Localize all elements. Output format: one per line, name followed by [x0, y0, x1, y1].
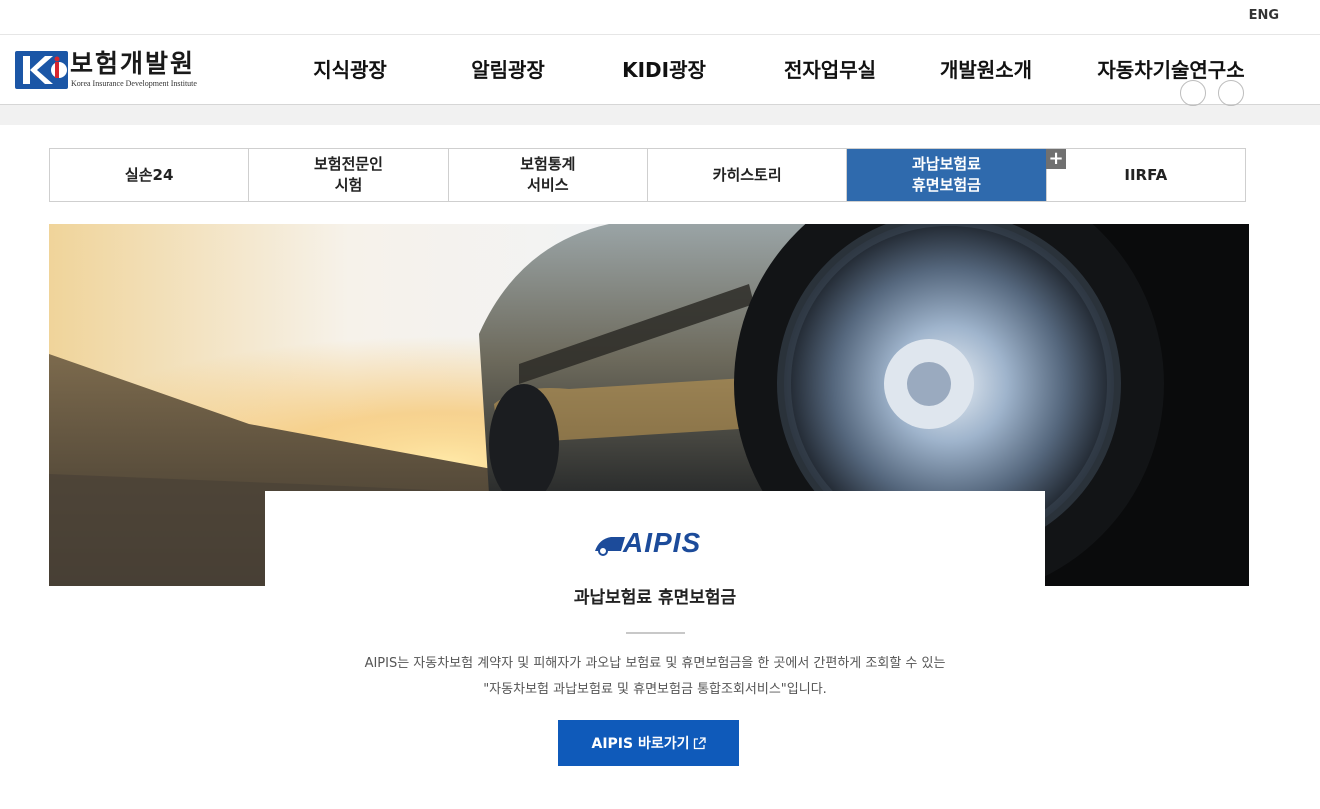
- tab-silson24[interactable]: 실손24: [50, 149, 250, 201]
- logo-name-en: Korea Insurance Development Institute: [71, 79, 197, 88]
- card-title: 과납보험료 휴면보험금: [573, 588, 737, 608]
- plus-icon[interactable]: +: [1046, 149, 1066, 169]
- slider-next-button[interactable]: [1218, 80, 1244, 106]
- external-link-icon: [693, 736, 706, 749]
- button-label: AIPIS 바로가기: [591, 736, 690, 752]
- tab-insurance-exam[interactable]: 보험전문인 시험: [249, 149, 449, 201]
- service-tabs: 실손24 보험전문인 시험 보험통계 서비스 카히스토리 과납보험료 휴면보험금…: [49, 148, 1246, 202]
- language-link[interactable]: ENG: [1249, 8, 1279, 23]
- nav-item-kidi-plaza[interactable]: KIDI광장: [614, 35, 714, 105]
- description-line-1: AIPIS는 자동차보험 계약자 및 피해자가 과오납 보험료 및 휴면보험금을…: [364, 656, 946, 671]
- utility-bar: ENG: [0, 0, 1320, 35]
- tab-label: IIRFA: [1124, 165, 1168, 184]
- nav-item-notice[interactable]: 알림광장: [458, 35, 558, 105]
- kidi-logo-icon: [15, 51, 68, 89]
- slider-prev-button[interactable]: [1180, 80, 1206, 106]
- nav-item-e-office[interactable]: 전자업무실: [775, 35, 885, 105]
- aipis-logo: AIPIS: [593, 529, 717, 557]
- car-icon: [595, 537, 625, 556]
- nav-item-about[interactable]: 개발원소개: [930, 35, 1042, 105]
- description-line-2: "자동차보험 과납보험료 및 휴면보험금 통합조회서비스"입니다.: [483, 682, 827, 697]
- header: 보험개발원 Korea Insurance Development Instit…: [0, 35, 1320, 105]
- tab-iirfa[interactable]: IIRFA: [1047, 149, 1245, 201]
- tab-insurance-stats[interactable]: 보험통계 서비스: [449, 149, 648, 201]
- brand-name: AIPIS: [623, 527, 702, 558]
- card-description: AIPIS는 자동차보험 계약자 및 피해자가 과오납 보험료 및 휴면보험금을…: [265, 651, 1045, 703]
- nav-item-knowledge[interactable]: 지식광장: [300, 35, 400, 105]
- tab-label: 보험전문인 시험: [313, 155, 383, 194]
- logo-name-ko: 보험개발원: [70, 49, 196, 78]
- title-divider: [626, 632, 685, 634]
- tab-label: 보험통계 서비스: [520, 155, 576, 194]
- tab-label: 실손24: [124, 165, 174, 184]
- tab-label: 카히스토리: [712, 165, 782, 184]
- site-logo[interactable]: 보험개발원 Korea Insurance Development Instit…: [15, 49, 215, 93]
- tab-label: 과납보험료 휴면보험금: [911, 155, 981, 194]
- tab-carhistory[interactable]: 카히스토리: [648, 149, 848, 201]
- aipis-link-button[interactable]: AIPIS 바로가기: [558, 720, 739, 766]
- aipis-card: AIPIS 과납보험료 휴면보험금 AIPIS는 자동차보험 계약자 및 피해자…: [265, 491, 1045, 809]
- header-band: [0, 105, 1320, 125]
- tab-aipis[interactable]: 과납보험료 휴면보험금: [847, 149, 1047, 201]
